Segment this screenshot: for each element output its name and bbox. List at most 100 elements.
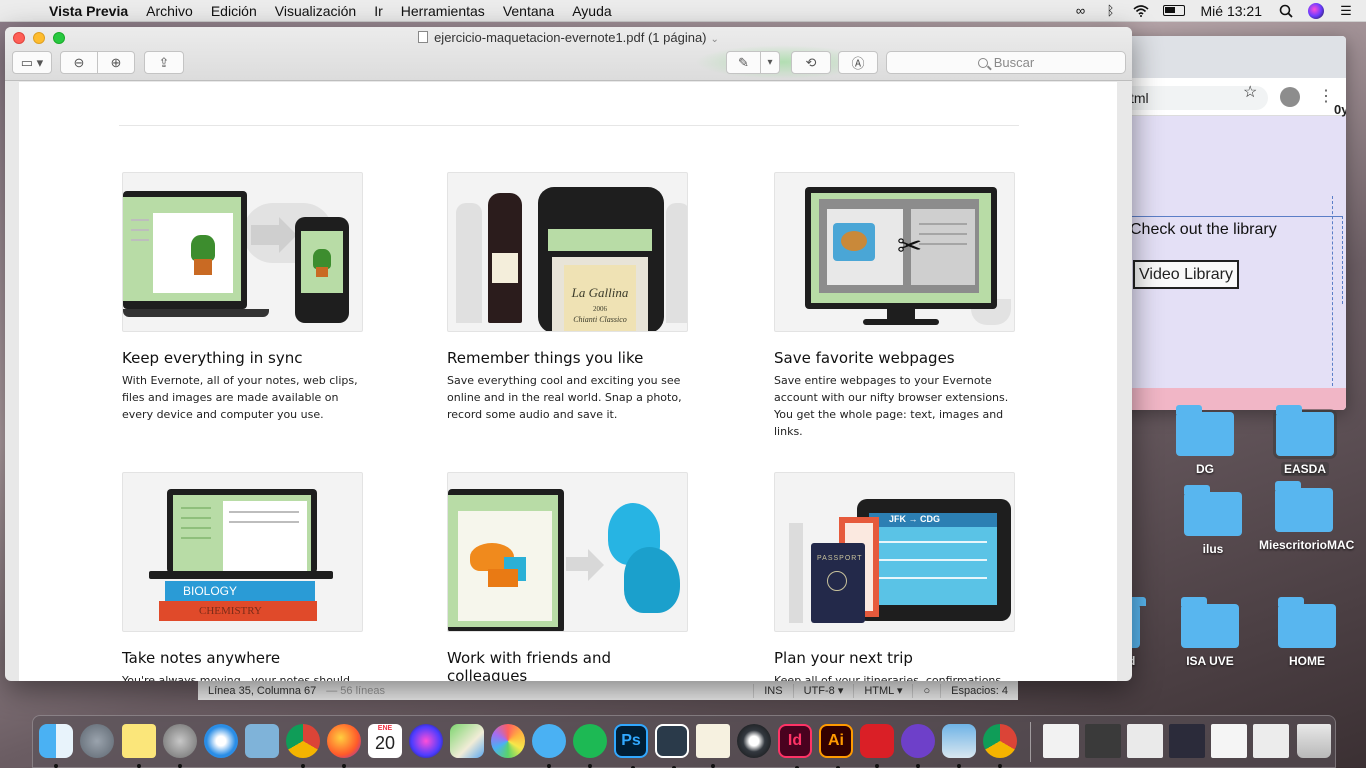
spotify-icon[interactable]: [573, 724, 607, 768]
menu-visualizacion[interactable]: Visualización: [266, 3, 365, 19]
chrome-icon[interactable]: [983, 724, 1017, 768]
siri-icon[interactable]: [1308, 2, 1324, 19]
menu-ir[interactable]: Ir: [365, 3, 392, 19]
minimized-window-thumbnail[interactable]: [1043, 724, 1079, 758]
photos-icon[interactable]: [491, 724, 525, 758]
finder-icon[interactable]: [39, 724, 73, 768]
folder-ilus[interactable]: ilus: [1168, 485, 1258, 556]
minimized-window-thumbnail[interactable]: [1253, 724, 1289, 758]
dock: ENE 20 Ps Id Ai: [32, 715, 1336, 768]
photoshop-icon[interactable]: Ps: [614, 724, 648, 768]
insert-mode[interactable]: INS: [754, 685, 792, 697]
sidebar-icon: ▭ ▾: [20, 54, 44, 70]
indent-setting[interactable]: Espacios: 4: [941, 685, 1018, 697]
launchpad-icon[interactable]: [80, 724, 114, 758]
rotate-button[interactable]: ⟲: [791, 51, 831, 74]
menu-herramientas[interactable]: Herramientas: [392, 3, 494, 19]
menu-ayuda[interactable]: Ayuda: [563, 3, 620, 19]
system-preferences-icon[interactable]: [163, 724, 197, 768]
feature-text: Save entire webpages to your Evernote ac…: [774, 374, 1009, 438]
preview-icon[interactable]: [942, 724, 976, 768]
flight-route: JFK → CDG: [889, 514, 941, 524]
folder-easda[interactable]: EASDA: [1260, 405, 1350, 476]
siri-icon[interactable]: [409, 724, 443, 758]
browser-toolbar: tml ☆ ⋮: [1100, 78, 1346, 116]
search-icon[interactable]: [1278, 4, 1294, 18]
page-divider: [119, 125, 1019, 126]
clock[interactable]: Mié 13:21: [1199, 3, 1264, 19]
cursor-position[interactable]: Línea 35, Columna 67: [198, 685, 326, 697]
trip-illustration: JFK → CDG PASSPORT: [774, 472, 1015, 632]
safari-icon[interactable]: [204, 724, 238, 758]
search-input[interactable]: Buscar: [886, 51, 1126, 74]
markup-button[interactable]: Ⓐ: [838, 51, 878, 74]
github-icon[interactable]: [901, 724, 935, 768]
folder-dg[interactable]: DG: [1160, 405, 1250, 476]
preview-window: ejercicio-maquetacion-evernote1.pdf (1 p…: [5, 27, 1132, 681]
textedit-icon[interactable]: [696, 724, 730, 768]
brackets-icon[interactable]: [655, 724, 689, 768]
preview-toolbar: ejercicio-maquetacion-evernote1.pdf (1 p…: [5, 27, 1132, 81]
menu-ventana[interactable]: Ventana: [494, 3, 563, 19]
folder-home[interactable]: HOME: [1262, 597, 1352, 668]
document-title[interactable]: ejercicio-maquetacion-evernote1.pdf (1 p…: [5, 30, 1132, 45]
search-icon: [977, 58, 988, 68]
pdf-page[interactable]: Keep everything in sync With Evernote, a…: [19, 82, 1117, 681]
mail-icon[interactable]: [245, 724, 279, 758]
markup-icon: Ⓐ: [851, 56, 865, 71]
feature-remember: La Gallina 2006 Chianti Classico Remembe…: [447, 172, 693, 423]
app-menu[interactable]: Vista Previa: [40, 3, 137, 19]
wifi-icon[interactable]: [1132, 4, 1149, 18]
encoding-select[interactable]: UTF-8 ▾: [794, 684, 854, 697]
folder-label: HOME: [1289, 654, 1325, 668]
background-browser-window[interactable]: tml ☆ ⋮ 0y Check out the library Video L…: [1100, 36, 1346, 410]
syntax-select[interactable]: HTML ▾: [854, 684, 912, 697]
chrome-icon[interactable]: [286, 724, 320, 768]
chevron-down-icon: ⌄: [710, 34, 719, 45]
menu-edicion[interactable]: Edición: [202, 3, 266, 19]
video-library-button[interactable]: Video Library: [1133, 260, 1239, 289]
list-icon[interactable]: ☰: [1338, 3, 1354, 18]
bluetooth-icon[interactable]: ᛒ: [1103, 3, 1119, 18]
illustrator-icon[interactable]: Ai: [819, 724, 853, 768]
lint-status-icon[interactable]: ○: [913, 685, 940, 697]
folder-miescritoriomac[interactable]: MiescritorioMAC: [1259, 481, 1354, 552]
profile-avatar-icon[interactable]: [1280, 87, 1300, 107]
maps-icon[interactable]: [450, 724, 484, 758]
browser-menu-icon[interactable]: ⋮: [1318, 86, 1334, 106]
zoom-in-button[interactable]: ⊕: [98, 55, 134, 71]
notes-icon[interactable]: [122, 724, 156, 768]
bookmark-star-icon[interactable]: ☆: [1243, 82, 1257, 102]
minimized-window-thumbnail[interactable]: [1085, 724, 1121, 758]
pdf-file-icon: [418, 31, 429, 43]
chevron-down-icon[interactable]: ▾: [761, 57, 779, 68]
battery-icon[interactable]: [1162, 5, 1185, 16]
encoding-value: UTF-8: [803, 685, 835, 697]
calendar-icon[interactable]: ENE 20: [368, 724, 402, 758]
minimized-window-thumbnail[interactable]: [1169, 724, 1205, 758]
dock-separator: [1030, 722, 1031, 762]
sidebar-toggle-button[interactable]: ▭ ▾: [12, 51, 52, 74]
calendar-month: ENE: [377, 725, 393, 732]
firefox-icon[interactable]: [327, 724, 361, 768]
sync-illustration: [122, 172, 363, 332]
menu-bar: Vista Previa Archivo Edición Visualizaci…: [0, 0, 1366, 22]
document-title-text: ejercicio-maquetacion-evernote1.pdf (1 p…: [434, 30, 707, 45]
folder-isa-uve[interactable]: ISA UVE: [1165, 597, 1255, 668]
minimized-window-thumbnail[interactable]: [1211, 724, 1247, 758]
minimized-window-thumbnail[interactable]: [1127, 724, 1163, 758]
indesign-icon[interactable]: Id: [778, 724, 812, 768]
cinema4d-icon[interactable]: [737, 724, 771, 758]
trash-icon[interactable]: [1297, 724, 1331, 758]
feature-title: Save favorite webpages: [774, 349, 955, 367]
menu-archivo[interactable]: Archivo: [137, 3, 202, 19]
creative-cloud-icon[interactable]: [860, 724, 894, 768]
messages-icon[interactable]: [532, 724, 566, 768]
search-placeholder: Buscar: [993, 55, 1035, 70]
zoom-out-button[interactable]: ⊖: [61, 55, 97, 71]
feature-collaborate: Work with friends and colleagues: [447, 472, 693, 681]
share-button[interactable]: ⇪: [144, 51, 184, 74]
rotate-icon: ⟲: [805, 54, 817, 70]
creative-cloud-icon[interactable]: ∞: [1073, 3, 1089, 18]
pen-icon[interactable]: ✎: [727, 55, 760, 71]
